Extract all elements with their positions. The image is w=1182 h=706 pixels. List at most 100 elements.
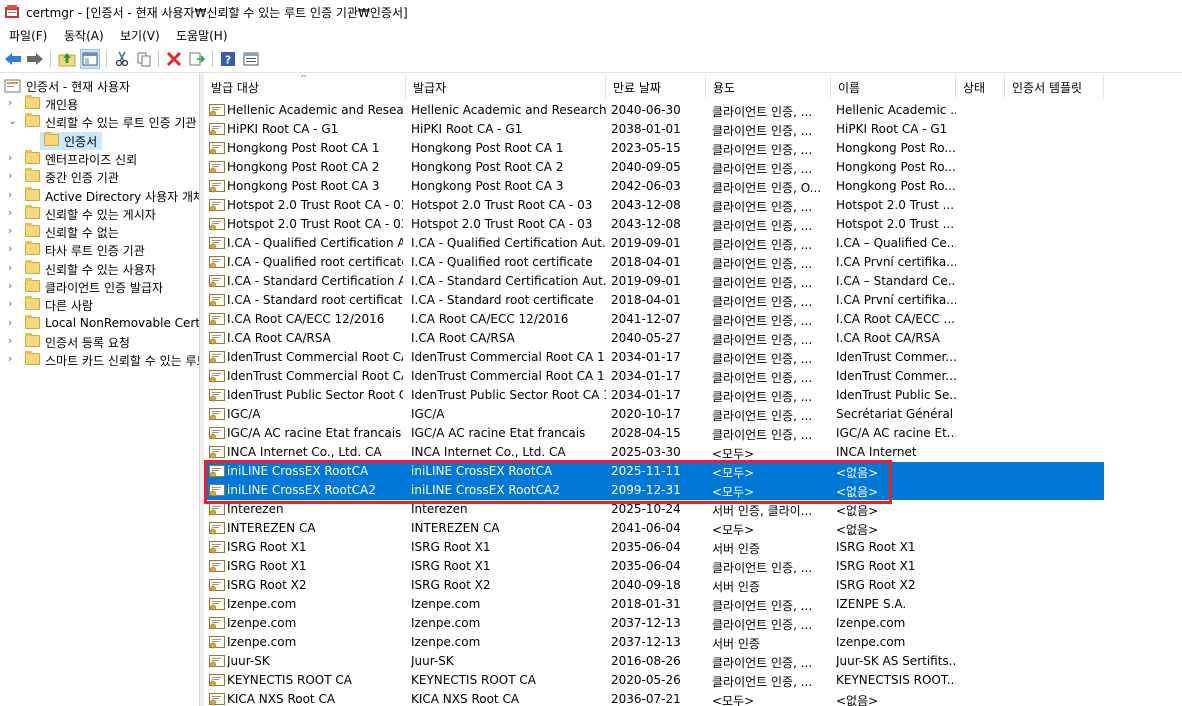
- table-row[interactable]: INTEREZEN CA INTEREZEN CA 2041-06-04 <모두> <없…: [204, 519, 1104, 538]
- annotation-highlight-box: [204, 460, 892, 504]
- cell-friendly-name: KEYNECTSIS ROOT...: [836, 673, 956, 687]
- table-row[interactable]: Hongkong Post Root CA 1 Hongkong Post Roo…: [204, 139, 1104, 158]
- table-row[interactable]: I.CA Root CA/ECC 12/2016 I.CA Root CA/ECC…: [204, 310, 1104, 329]
- cell-friendly-name: ISRG Root X1: [836, 540, 916, 554]
- table-row[interactable]: Juur-SK Juur-SK 2016-08-26 클라이언트 인증, ... Juu…: [204, 652, 1104, 671]
- cell-expiration-date: 2020-05-26: [611, 673, 681, 687]
- table-row[interactable]: IdenTrust Commercial Root CA 1 IdenTrust …: [204, 348, 1104, 367]
- cell-expiration-date: 2020-10-17: [611, 407, 681, 421]
- show-hide-tree-button[interactable]: [80, 49, 100, 69]
- chevron-right-icon[interactable]: ›: [8, 188, 20, 204]
- chevron-down-icon[interactable]: ⌄: [8, 114, 20, 130]
- certificate-icon: [209, 256, 225, 269]
- chevron-right-icon[interactable]: ›: [8, 224, 20, 240]
- cell-friendly-name: <없음>: [836, 523, 879, 537]
- chevron-right-icon[interactable]: ›: [8, 206, 20, 222]
- delete-button[interactable]: [164, 49, 184, 69]
- cell-issued-by: I.CA Root CA/ECC 12/2016: [411, 312, 569, 326]
- col-expiration-date[interactable]: 만료 날짜: [606, 75, 706, 99]
- up-one-level-button[interactable]: [57, 49, 77, 69]
- table-row[interactable]: IdenTrust Commercial Root CA... IdenTrust…: [204, 367, 1104, 386]
- certificate-list: ^ 발급 대상 발급자 만료 날짜 용도 이름 상태 인증서 템플릿 Helle…: [204, 73, 1182, 706]
- chevron-right-icon[interactable]: ›: [8, 297, 20, 313]
- certificate-icon: [209, 180, 225, 193]
- table-row[interactable]: IdenTrust Public Sector Root C... IdenTru…: [204, 386, 1104, 405]
- chevron-right-icon[interactable]: ›: [8, 334, 20, 350]
- cell-expiration-date: 2018-04-01: [611, 255, 681, 269]
- col-issued-to[interactable]: ^ 발급 대상: [204, 75, 406, 99]
- chevron-right-icon[interactable]: ›: [8, 352, 20, 368]
- table-row[interactable]: Izenpe.com Izenpe.com 2037-12-13 클라이언트 인증, …: [204, 614, 1104, 633]
- table-row[interactable]: Hellenic Academic and Research... Helleni…: [204, 101, 1104, 120]
- table-row[interactable]: Izenpe.com Izenpe.com 2037-12-13 서버 인증 Izenp…: [204, 633, 1104, 652]
- menu-help[interactable]: 도움말(H): [176, 27, 228, 44]
- table-row[interactable]: ISRG Root X2 ISRG Root X2 2040-09-18 서버 인증 I…: [204, 576, 1104, 595]
- chevron-right-icon[interactable]: ›: [8, 169, 20, 185]
- cell-issued-by: ISRG Root X1: [411, 540, 491, 554]
- table-row[interactable]: ISRG Root X1 ISRG Root X1 2035-06-04 서버 인증 I…: [204, 538, 1104, 557]
- cell-friendly-name: Hongkong Post Ro...: [836, 179, 956, 193]
- chevron-right-icon[interactable]: ›: [8, 279, 20, 295]
- tree-item-label: 신뢰할 수 있는 사용자: [45, 262, 156, 277]
- col-friendly-name[interactable]: 이름: [831, 75, 956, 99]
- cut-button[interactable]: [112, 49, 132, 69]
- cell-expiration-date: 2035-06-04: [611, 540, 681, 554]
- properties-button[interactable]: [241, 49, 261, 69]
- table-row[interactable]: Hotspot 2.0 Trust Root CA - 03 Hotspot 2.…: [204, 196, 1104, 215]
- cell-expiration-date: 2016-08-26: [611, 654, 681, 668]
- cell-issued-to: ISRG Root X1: [227, 559, 307, 573]
- cell-intended-purposes: 클라이언트 인증, ...: [712, 428, 813, 442]
- table-row[interactable]: I.CA Root CA/RSA I.CA Root CA/RSA 2040-05-…: [204, 329, 1104, 348]
- tree-root-label: 인증서 - 현재 사용자: [26, 80, 131, 94]
- export-list-button[interactable]: [187, 49, 207, 69]
- cell-issued-by: IdenTrust Commercial Root CA 1: [411, 369, 605, 383]
- table-row[interactable]: Izenpe.com Izenpe.com 2018-01-31 클라이언트 인증, …: [204, 595, 1104, 614]
- cell-intended-purposes: 클라이언트 인증, ...: [712, 276, 813, 290]
- cell-issued-by: INTEREZEN CA: [411, 521, 500, 535]
- table-row[interactable]: IGC/A IGC/A 2020-10-17 클라이언트 인증, ... Secréta…: [204, 405, 1104, 424]
- table-row[interactable]: I.CA - Qualified Certification A... I.CA …: [204, 234, 1104, 253]
- menu-action[interactable]: 동작(A): [64, 27, 104, 44]
- folder-icon: [25, 149, 40, 164]
- cell-expiration-date: 2018-04-01: [611, 293, 681, 307]
- chevron-right-icon[interactable]: ›: [8, 316, 20, 332]
- col-intended-purposes[interactable]: 용도: [706, 75, 831, 99]
- table-row[interactable]: KEYNECTIS ROOT CA KEYNECTIS ROOT CA 2020-0…: [204, 671, 1104, 690]
- table-row[interactable]: I.CA - Standard root certificate I.CA - S…: [204, 291, 1104, 310]
- copy-icon: [137, 52, 151, 67]
- certificate-icon: [209, 598, 225, 611]
- menu-view[interactable]: 보기(V): [120, 27, 160, 44]
- table-row[interactable]: I.CA - Qualified root certificate I.CA - …: [204, 253, 1104, 272]
- copy-button[interactable]: [134, 49, 154, 69]
- chevron-right-icon[interactable]: ›: [8, 151, 20, 167]
- cell-issued-by: ISRG Root X1: [411, 559, 491, 573]
- table-row[interactable]: IGC/A AC racine Etat francais IGC/A AC ra…: [204, 424, 1104, 443]
- table-row[interactable]: Hotspot 2.0 Trust Root CA - 03 Hotspot 2.…: [204, 215, 1104, 234]
- cell-issued-by: Interezen: [411, 502, 468, 516]
- table-row[interactable]: I.CA - Standard Certification A... I.CA -…: [204, 272, 1104, 291]
- col-certificate-template[interactable]: 인증서 템플릿: [1005, 75, 1104, 99]
- cell-intended-purposes: 클라이언트 인증, ...: [712, 409, 813, 423]
- chevron-right-icon[interactable]: ›: [8, 261, 20, 277]
- table-row[interactable]: ISRG Root X1 ISRG Root X1 2035-06-04 클라이언트 …: [204, 557, 1104, 576]
- title-bar: certmgr - [인증서 - 현재 사용자₩신뢰할 수 있는 루트 인증 기…: [0, 0, 1182, 24]
- menu-file[interactable]: 파일(F): [9, 27, 47, 44]
- cell-friendly-name: Hellenic Academic ...: [836, 103, 956, 117]
- tree-item-label: 인증서 등록 요청: [45, 335, 130, 350]
- table-row[interactable]: Hongkong Post Root CA 2 Hongkong Post Roo…: [204, 158, 1104, 177]
- help-button[interactable]: ?: [218, 49, 238, 69]
- properties-icon: [243, 52, 259, 66]
- chevron-right-icon[interactable]: ›: [8, 96, 20, 112]
- forward-button[interactable]: [25, 49, 45, 69]
- cell-intended-purposes: 클라이언트 인증, ...: [712, 618, 813, 632]
- cell-issued-to: Hotspot 2.0 Trust Root CA - 03: [227, 217, 403, 231]
- table-row[interactable]: KICA NXS Root CA KICA NXS Root CA 2036-07-…: [204, 690, 1104, 706]
- chevron-right-icon[interactable]: ›: [8, 242, 20, 258]
- certificate-icon: [209, 427, 225, 440]
- cell-expiration-date: 2023-05-15: [611, 141, 681, 155]
- table-row[interactable]: Hongkong Post Root CA 3 Hongkong Post Roo…: [204, 177, 1104, 196]
- col-issued-by[interactable]: 발급자: [406, 75, 606, 99]
- table-row[interactable]: HiPKI Root CA - G1 HiPKI Root CA - G1 2038…: [204, 120, 1104, 139]
- col-status[interactable]: 상태: [956, 75, 1005, 99]
- back-button[interactable]: [3, 49, 23, 69]
